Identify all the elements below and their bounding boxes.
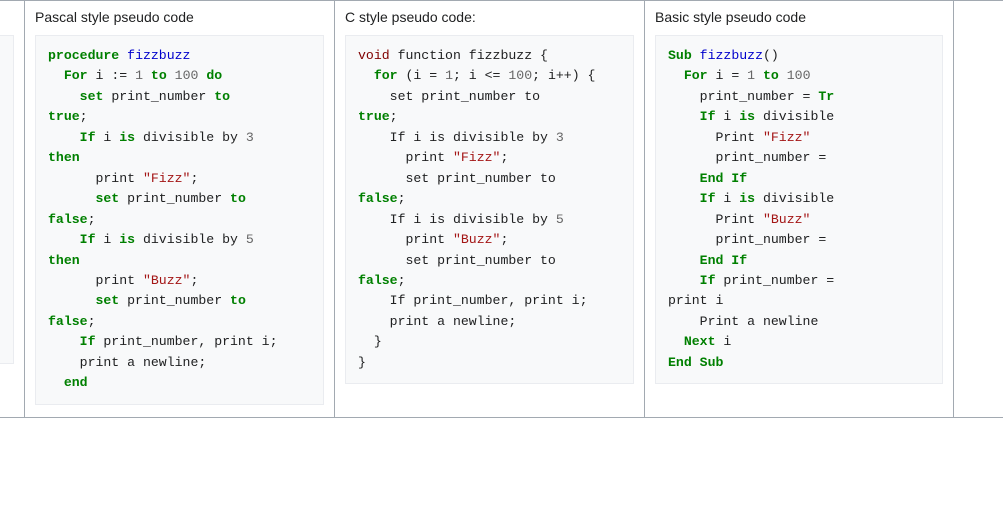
cell-pascal: Pascal style pseudo code procedure fizzb… [24,1,334,417]
cell-label: Pascal style pseudo code [35,9,324,25]
cell-partial: do code uzz o 100 _number to ivisible by… [0,1,24,417]
cell-basic: Basic style pseudo code Sub fizzbuzz() F… [644,1,954,417]
cell-label: C style pseudo code: [345,9,634,25]
cell-label: do code [0,9,14,25]
cell-c: C style pseudo code: void function fizzb… [334,1,644,417]
pseudo-code-table-row: do code uzz o 100 _number to ivisible by… [0,0,1003,418]
code-block: Sub fizzbuzz() For i = 1 to 100 print_nu… [655,35,943,384]
code-block: uzz o 100 _number to ivisible by 3 Fizz"… [0,35,14,364]
cell-label: Basic style pseudo code [655,9,943,25]
code-block: procedure fizzbuzz For i := 1 to 100 do … [35,35,324,405]
code-block: void function fizzbuzz { for (i = 1; i <… [345,35,634,384]
